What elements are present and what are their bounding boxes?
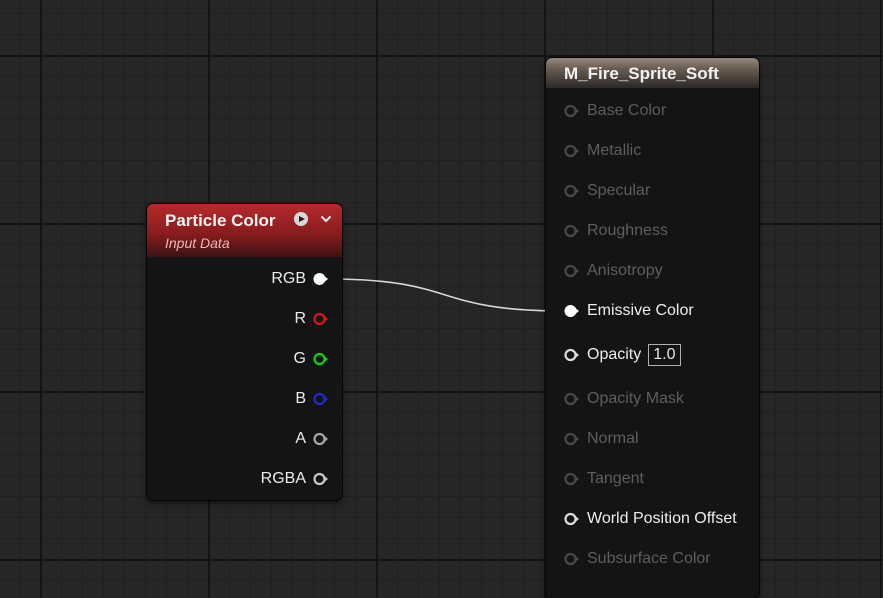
pin-red-icon[interactable]	[313, 312, 328, 326]
output-pin-rgb[interactable]: RGB	[271, 267, 328, 291]
output-pin-b[interactable]: B	[295, 387, 328, 411]
pin-label: Emissive Color	[587, 302, 694, 319]
wire-rgb-to-emissive[interactable]	[327, 278, 566, 312]
input-pin-normal[interactable]: Normal	[564, 427, 639, 451]
pin-disabled-icon[interactable]	[564, 432, 579, 446]
output-pin-r[interactable]: R	[294, 307, 328, 331]
material-node-header[interactable]: M_Fire_Sprite_Soft	[546, 58, 759, 88]
node-title: M_Fire_Sprite_Soft	[564, 64, 719, 83]
particle-color-header[interactable]: Particle Color Input Data	[147, 204, 342, 257]
pin-unconnected-icon[interactable]	[564, 512, 579, 526]
pin-disabled-icon[interactable]	[564, 264, 579, 278]
pin-label: Roughness	[587, 222, 668, 239]
opacity-value-input[interactable]: 1.0	[648, 344, 681, 366]
pin-label: A	[295, 430, 306, 447]
pin-disabled-icon[interactable]	[564, 144, 579, 158]
pin-disabled-icon[interactable]	[564, 224, 579, 238]
pin-label: Opacity Mask	[587, 390, 684, 407]
pin-disabled-icon[interactable]	[564, 552, 579, 566]
output-pin-a[interactable]: A	[295, 427, 328, 451]
input-pin-opacity-mask[interactable]: Opacity Mask	[564, 387, 684, 411]
pin-disabled-icon[interactable]	[564, 392, 579, 406]
play-icon[interactable]	[294, 212, 308, 226]
pin-label: RGBA	[260, 470, 306, 487]
pin-disabled-icon[interactable]	[564, 104, 579, 118]
pin-blue-icon[interactable]	[313, 392, 328, 406]
material-result-node[interactable]: M_Fire_Sprite_Soft Base Color Metallic S…	[546, 58, 759, 598]
pin-label: Tangent	[587, 470, 644, 487]
pin-label: Specular	[587, 182, 651, 199]
pin-green-icon[interactable]	[313, 352, 328, 366]
pin-label: Subsurface Color	[587, 550, 711, 567]
pin-label: Opacity	[587, 346, 642, 363]
pin-label: Base Color	[587, 102, 667, 119]
input-pin-metallic[interactable]: Metallic	[564, 139, 641, 163]
pin-disabled-icon[interactable]	[564, 472, 579, 486]
input-pin-roughness[interactable]: Roughness	[564, 219, 668, 243]
input-pin-subsurface-color[interactable]: Subsurface Color	[564, 547, 711, 571]
pin-label: B	[295, 390, 306, 407]
pin-connected-icon[interactable]	[564, 304, 579, 318]
pin-disabled-icon[interactable]	[564, 184, 579, 198]
pin-label: Anisotropy	[587, 262, 663, 279]
input-pin-specular[interactable]: Specular	[564, 179, 650, 203]
pin-label: G	[293, 350, 306, 367]
pin-connected-icon[interactable]	[313, 272, 328, 286]
pin-label: R	[294, 310, 306, 327]
pin-alpha-icon[interactable]	[313, 432, 328, 446]
input-pin-base-color[interactable]: Base Color	[564, 99, 666, 123]
output-pin-rgba[interactable]: RGBA	[261, 467, 328, 491]
node-subtitle: Input Data	[165, 235, 230, 251]
pin-label: Normal	[587, 430, 639, 447]
pin-label: World Position Offset	[587, 510, 737, 527]
output-pin-g[interactable]: G	[294, 347, 328, 371]
pin-unconnected-icon[interactable]	[564, 348, 579, 362]
input-pin-opacity[interactable]: Opacity 1.0	[564, 343, 681, 367]
particle-color-node[interactable]: Particle Color Input Data RGB R G B A RG…	[147, 204, 342, 500]
node-title: Particle Color	[165, 211, 276, 230]
input-pin-emissive-color[interactable]: Emissive Color	[564, 299, 694, 323]
pin-label: Metallic	[587, 142, 642, 159]
chevron-down-icon[interactable]	[320, 212, 332, 224]
pin-label: RGB	[271, 270, 306, 287]
pin-rgba-icon[interactable]	[313, 472, 328, 486]
input-pin-tangent[interactable]: Tangent	[564, 467, 644, 491]
input-pin-anisotropy[interactable]: Anisotropy	[564, 259, 663, 283]
input-pin-world-position-offset[interactable]: World Position Offset	[564, 507, 737, 531]
